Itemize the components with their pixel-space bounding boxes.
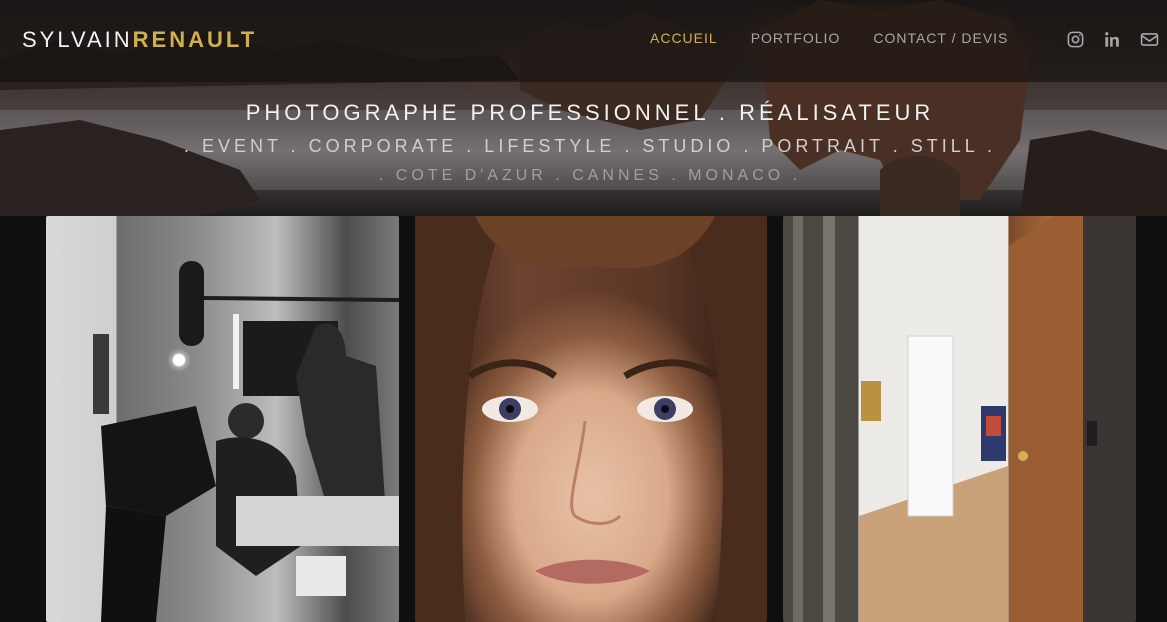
- nav-portfolio[interactable]: PORTFOLIO: [751, 30, 841, 46]
- logo-first-name: SYLVAIN: [22, 27, 133, 52]
- logo-last-name: RENAULT: [132, 27, 258, 52]
- hero-locations: . COTE D'AZUR . CANNES . MONACO .: [378, 167, 802, 184]
- main-nav: ACCUEIL PORTFOLIO CONTACT / DEVIS: [650, 30, 1041, 46]
- linkedin-icon[interactable]: [1103, 30, 1122, 49]
- nav-accueil[interactable]: ACCUEIL: [650, 30, 718, 46]
- gallery-photo-interior[interactable]: [783, 216, 1137, 622]
- hero-services: . EVENT . CORPORATE . LIFESTYLE . STUDIO…: [183, 136, 997, 156]
- hero-text: PHOTOGRAPHE PROFESSIONNEL . RÉALISATEUR …: [0, 100, 1167, 185]
- site-header: SYLVAINRENAULT ACCUEIL PORTFOLIO CONTACT…: [0, 0, 1167, 82]
- instagram-icon[interactable]: [1066, 30, 1085, 49]
- mail-icon[interactable]: [1140, 30, 1159, 49]
- gallery-photo-film-set[interactable]: [46, 216, 399, 622]
- gallery-photo-portrait[interactable]: [414, 216, 768, 622]
- photo-gallery: [46, 216, 1137, 622]
- nav-contact-devis[interactable]: CONTACT / DEVIS: [873, 30, 1008, 46]
- site-logo[interactable]: SYLVAINRENAULT: [22, 27, 257, 53]
- hero-title: PHOTOGRAPHE PROFESSIONNEL . RÉALISATEUR: [245, 100, 935, 125]
- social-links: [1066, 30, 1159, 49]
